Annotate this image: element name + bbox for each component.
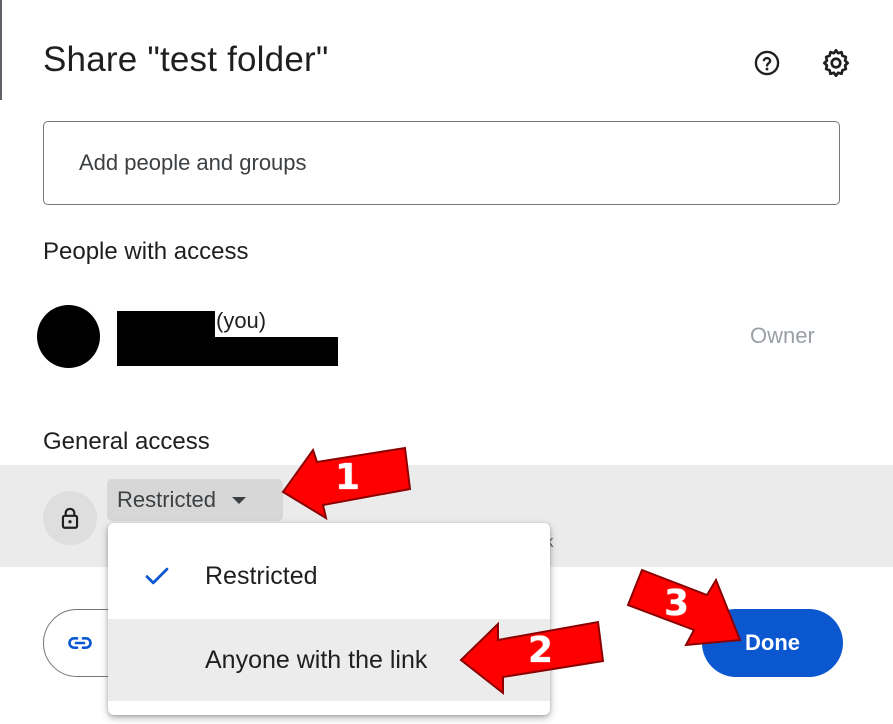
avatar bbox=[37, 305, 100, 368]
help-button[interactable] bbox=[750, 46, 784, 80]
menu-item-label: Restricted bbox=[205, 561, 318, 590]
annotation-number-1: 1 bbox=[335, 457, 361, 498]
redacted-name bbox=[117, 311, 215, 337]
help-circle-icon bbox=[754, 50, 780, 76]
gear-icon bbox=[822, 49, 850, 77]
people-with-access-heading: People with access bbox=[43, 238, 249, 265]
menu-item-anyone-with-link[interactable]: Anyone with the link bbox=[108, 619, 550, 701]
caret-down-icon bbox=[232, 496, 247, 504]
add-people-placeholder: Add people and groups bbox=[79, 150, 307, 175]
menu-item-label: Anyone with the link bbox=[205, 645, 428, 674]
done-button[interactable]: Done bbox=[702, 609, 843, 677]
owner-role: Owner bbox=[750, 323, 815, 348]
menu-item-restricted[interactable]: Restricted bbox=[108, 535, 550, 617]
lock-icon bbox=[61, 507, 79, 529]
you-label: (you) bbox=[216, 308, 267, 333]
annotation-number-2: 2 bbox=[528, 630, 554, 671]
access-level-menu: Restricted Anyone with the link bbox=[108, 523, 550, 715]
dialog-title: Share "test folder" bbox=[43, 40, 329, 79]
access-level-dropdown[interactable]: Restricted bbox=[107, 479, 283, 521]
add-people-input[interactable]: Add people and groups bbox=[43, 121, 840, 205]
redacted-email bbox=[117, 337, 338, 366]
share-dialog: Share "test folder" Add people and group… bbox=[0, 0, 893, 724]
settings-button[interactable] bbox=[819, 46, 853, 80]
checkmark-icon bbox=[145, 567, 169, 585]
access-level-value: Restricted bbox=[117, 487, 217, 512]
annotation-number-3: 3 bbox=[664, 583, 690, 624]
general-access-heading: General access bbox=[43, 428, 210, 455]
lock-badge bbox=[43, 491, 97, 545]
link-icon bbox=[68, 637, 92, 649]
